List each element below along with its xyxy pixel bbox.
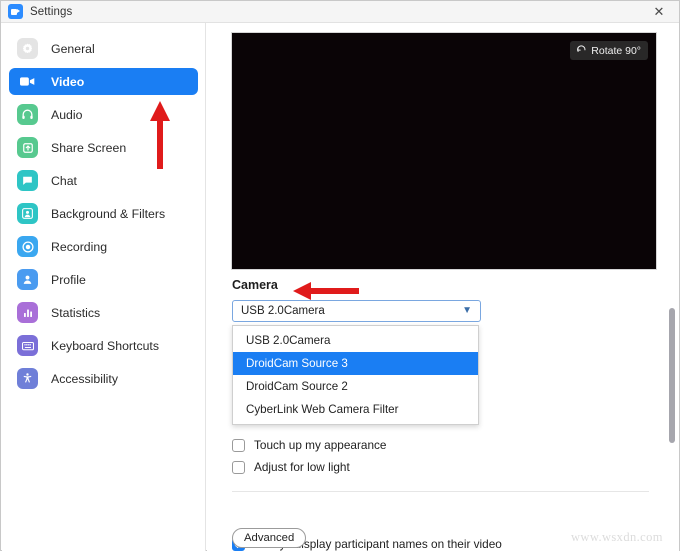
adjust-low-light-checkbox[interactable] (232, 461, 245, 474)
dropdown-option-droidcam-source-3[interactable]: DroidCam Source 3 (233, 352, 478, 375)
zoom-video-icon (8, 4, 23, 19)
sidebar-item-recording[interactable]: Recording (9, 233, 198, 260)
sidebar-item-background-filters[interactable]: Background & Filters (9, 200, 198, 227)
adjust-low-light-row[interactable]: Adjust for low light (232, 460, 350, 474)
sidebar-item-chat[interactable]: Chat (9, 167, 198, 194)
camera-section-label: Camera (232, 278, 278, 292)
share-screen-icon (17, 137, 38, 158)
sidebar-item-label: Share Screen (51, 141, 126, 155)
watermark: www.wsxdn.com (571, 530, 663, 545)
video-preview: Rotate 90° (231, 32, 657, 270)
sidebar: General Video Audio (2, 23, 206, 551)
dropdown-option-usb-20-camera[interactable]: USB 2.0Camera (233, 329, 478, 352)
touch-up-appearance-row[interactable]: Touch up my appearance (232, 438, 386, 452)
annotation-arrow-up-icon (149, 101, 171, 169)
sidebar-item-label: Audio (51, 108, 82, 122)
sidebar-item-label: Accessibility (51, 372, 118, 386)
sidebar-item-keyboard-shortcuts[interactable]: Keyboard Shortcuts (9, 332, 198, 359)
rotate-icon (576, 45, 587, 56)
sidebar-item-label: Recording (51, 240, 107, 254)
accessibility-icon (17, 368, 38, 389)
annotation-arrow-left-icon (293, 282, 359, 300)
scrollbar-track[interactable] (666, 23, 678, 551)
adjust-low-light-label: Adjust for low light (254, 460, 350, 474)
close-icon[interactable]: ✕ (639, 1, 679, 22)
sidebar-item-label: Video (51, 75, 84, 89)
video-camera-icon (17, 71, 38, 92)
dropdown-option-cyberlink-web-camera-filter[interactable]: CyberLink Web Camera Filter (233, 398, 478, 421)
sidebar-item-statistics[interactable]: Statistics (9, 299, 198, 326)
sidebar-item-label: Keyboard Shortcuts (51, 339, 159, 353)
main-panel: Rotate 90° Camera USB 2.0Camera ▼ USB 2.… (207, 23, 679, 551)
record-icon (17, 236, 38, 257)
dropdown-option-droidcam-source-2[interactable]: DroidCam Source 2 (233, 375, 478, 398)
window-title: Settings (30, 6, 72, 18)
advanced-button[interactable]: Advanced (232, 528, 306, 548)
touch-up-appearance-checkbox[interactable] (232, 439, 245, 452)
sidebar-item-label: Background & Filters (51, 207, 165, 221)
rotate-90-button[interactable]: Rotate 90° (570, 41, 648, 60)
headphones-icon (17, 104, 38, 125)
sidebar-item-profile[interactable]: Profile (9, 266, 198, 293)
rotate-button-label: Rotate 90° (591, 45, 641, 57)
section-divider (232, 491, 649, 492)
background-filters-icon (17, 203, 38, 224)
statistics-icon (17, 302, 38, 323)
sidebar-item-accessibility[interactable]: Accessibility (9, 365, 198, 392)
sidebar-item-general[interactable]: General (9, 35, 198, 62)
sidebar-item-label: Profile (51, 273, 86, 287)
camera-dropdown-list[interactable]: USB 2.0Camera DroidCam Source 3 DroidCam… (232, 325, 479, 425)
chat-bubble-icon (17, 170, 38, 191)
title-bar: Settings ✕ (1, 1, 679, 23)
sidebar-item-label: Chat (51, 174, 77, 188)
camera-select[interactable]: USB 2.0Camera ▼ (232, 300, 481, 322)
settings-window: Settings ✕ General Video (0, 0, 680, 551)
scrollbar-thumb[interactable] (669, 308, 675, 443)
keyboard-icon (17, 335, 38, 356)
chevron-down-icon: ▼ (462, 306, 472, 316)
touch-up-appearance-label: Touch up my appearance (254, 438, 386, 452)
sidebar-item-video[interactable]: Video (9, 68, 198, 95)
profile-icon (17, 269, 38, 290)
sidebar-item-label: Statistics (51, 306, 100, 320)
camera-select-value: USB 2.0Camera (241, 305, 462, 317)
sidebar-item-label: General (51, 42, 95, 56)
gear-icon (17, 38, 38, 59)
